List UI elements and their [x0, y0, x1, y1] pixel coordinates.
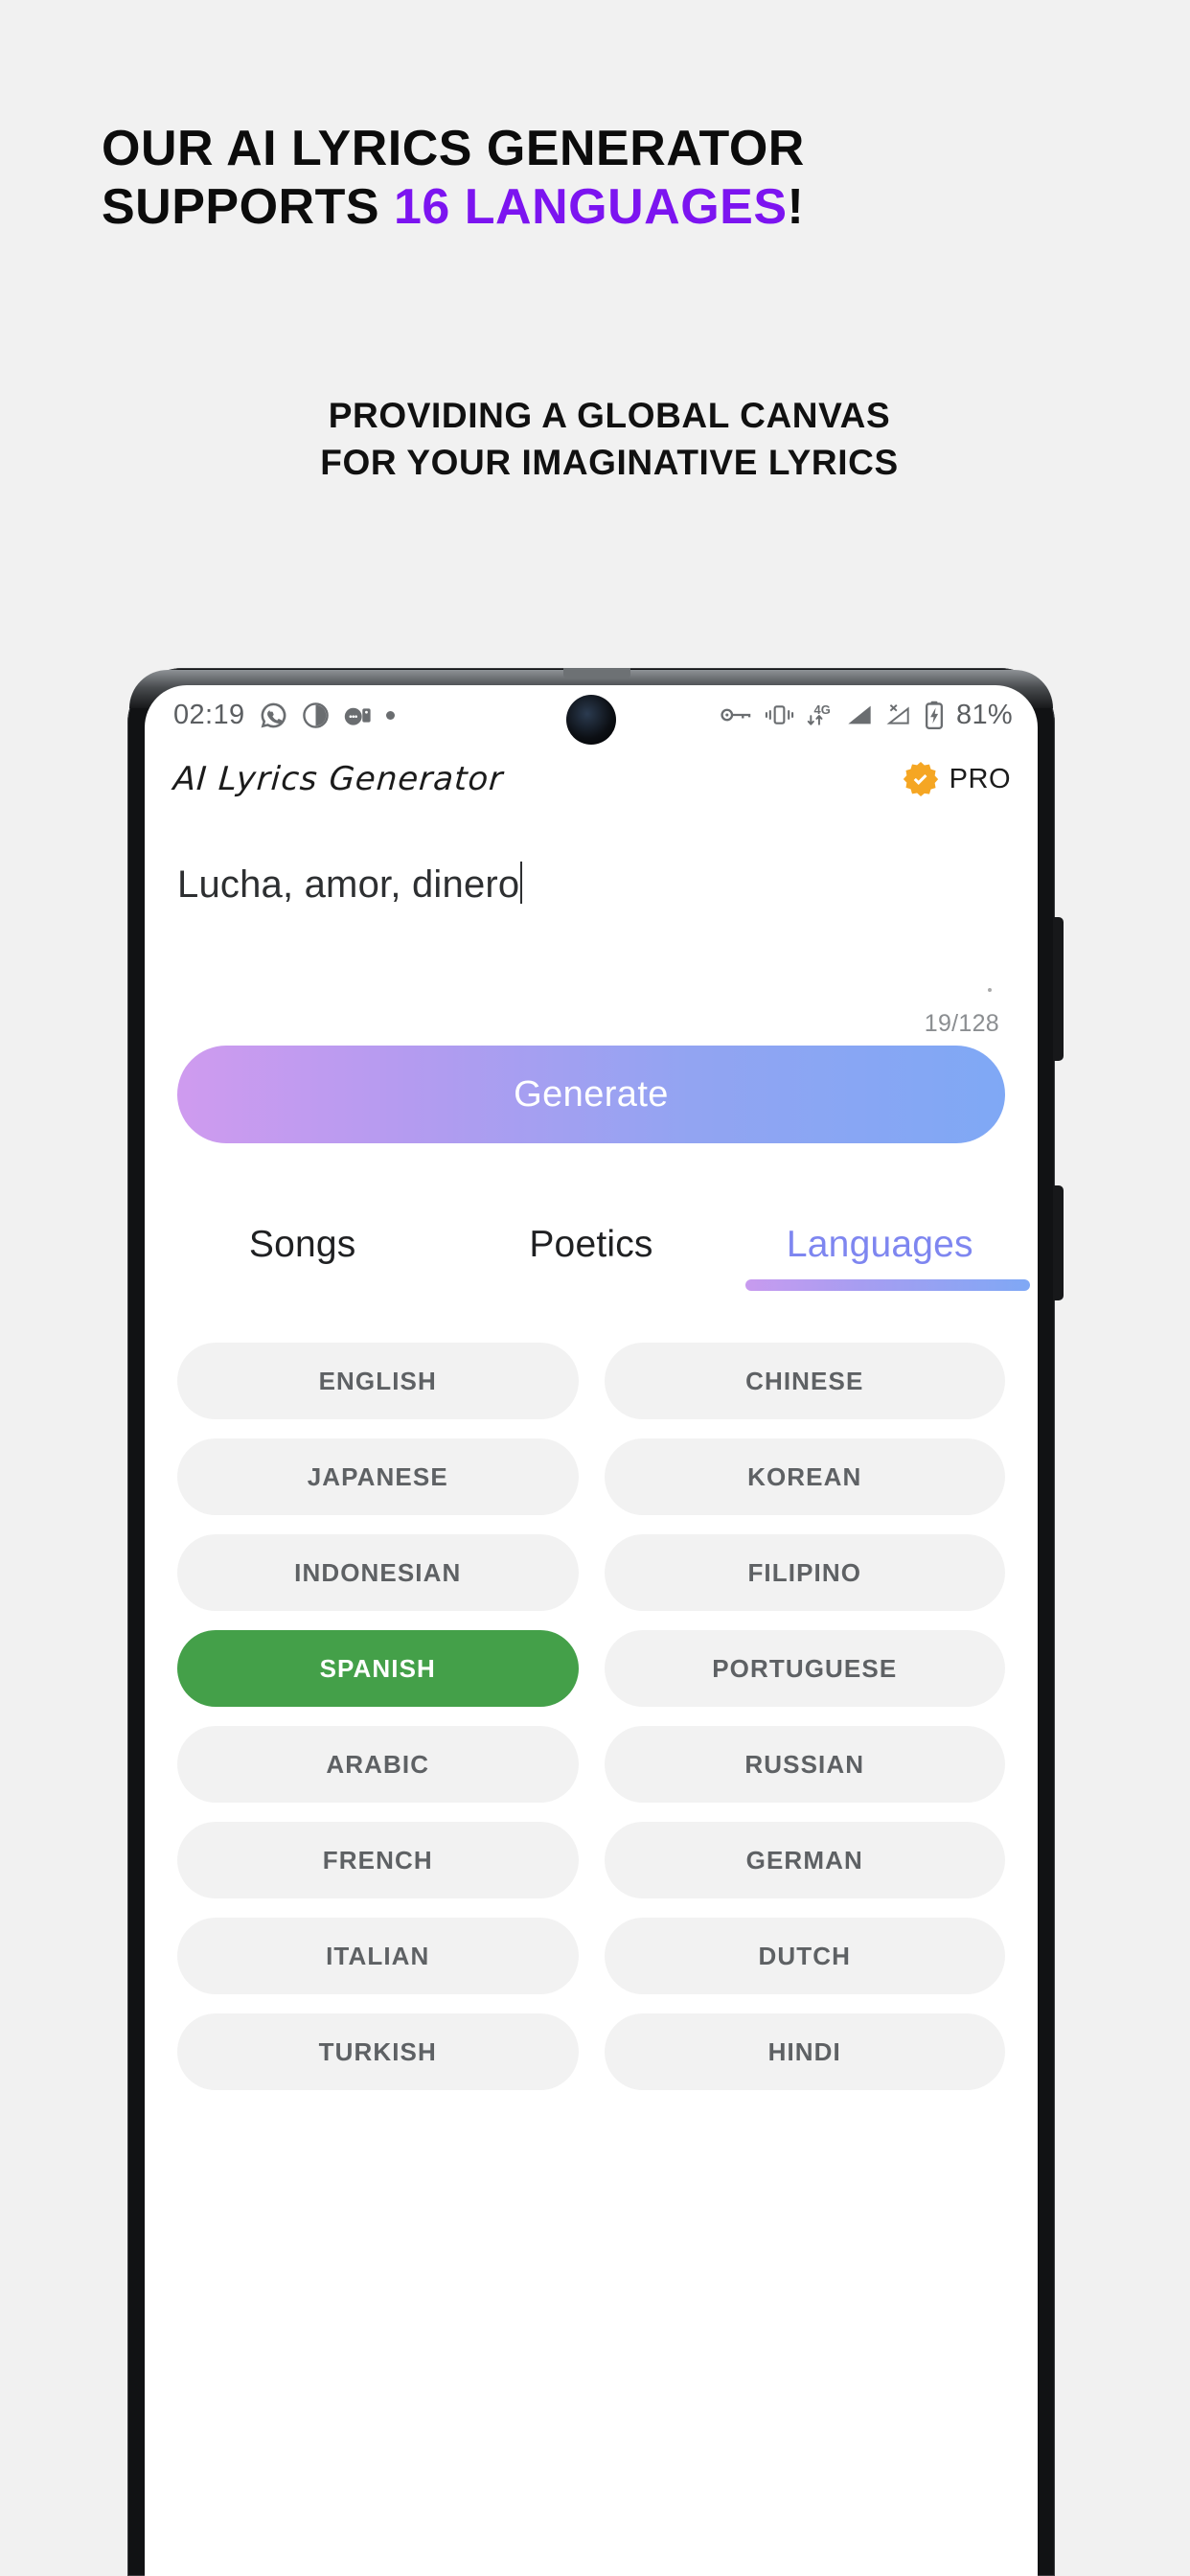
tab-languages[interactable]: Languages: [736, 1224, 1030, 1291]
language-chip-label: PORTUGUESE: [712, 1653, 898, 1683]
tab-poetics[interactable]: Poetics: [446, 1224, 735, 1291]
language-chip-label: TURKISH: [318, 2036, 437, 2066]
phone-screen: 02:19 4G 81% AI Lyrics Generator PRO Luc…: [145, 685, 1038, 2576]
language-chip-indonesian[interactable]: INDONESIAN: [177, 1534, 579, 1611]
prompt-input-value: Lucha, amor, dinero: [177, 863, 520, 906]
svg-text:4G: 4G: [814, 702, 831, 717]
front-camera-punchhole: [566, 695, 616, 745]
signal-bars-icon: [848, 705, 871, 724]
language-chip-filipino[interactable]: FILIPINO: [604, 1534, 1005, 1611]
language-chip-label: DUTCH: [758, 1941, 851, 1970]
pro-label: PRO: [949, 763, 1011, 794]
tab-poetics-label: Poetics: [529, 1224, 653, 1265]
language-chip-turkish[interactable]: TURKISH: [177, 2013, 579, 2090]
phone-volume-button[interactable]: [1053, 917, 1064, 1061]
language-chip-french[interactable]: FRENCH: [177, 1822, 579, 1898]
promo-subheadline: PROVIDING A GLOBAL CANVAS FOR YOUR IMAGI…: [0, 393, 1190, 487]
language-chip-label: CHINESE: [745, 1366, 864, 1395]
pro-badge-group[interactable]: PRO: [902, 760, 1011, 798]
promo-headline-line1: OUR AI LYRICS GENERATOR: [102, 121, 805, 176]
language-chip-dutch[interactable]: DUTCH: [604, 1918, 1005, 1994]
status-bar-clock: 02:19: [173, 699, 245, 730]
promo-headline-line2-suffix: !: [787, 179, 805, 236]
promo-headline: OUR AI LYRICS GENERATOR SUPPORTS 16 LANG…: [102, 120, 1117, 238]
app-title: AI Lyrics Generator: [172, 760, 505, 798]
language-chip-label: ENGLISH: [318, 1366, 437, 1395]
promo-headline-accent: 16 LANGUAGES: [394, 179, 788, 236]
tab-songs[interactable]: Songs: [158, 1224, 446, 1291]
phone-frame: 02:19 4G 81% AI Lyrics Generator PRO Luc…: [127, 668, 1064, 2576]
vibrate-icon: [765, 705, 794, 724]
language-chip-english[interactable]: ENGLISH: [177, 1343, 579, 1419]
language-chip-chinese[interactable]: CHINESE: [604, 1343, 1005, 1419]
prompt-input-area[interactable]: Lucha, amor, dinero 19/128: [145, 806, 1038, 1046]
language-chip-spanish[interactable]: SPANISH: [177, 1630, 579, 1707]
language-chip-label: HINDI: [767, 2036, 841, 2066]
phone-earpiece: [563, 668, 630, 678]
text-caret: [520, 862, 523, 904]
language-chip-hindi[interactable]: HINDI: [604, 2013, 1005, 2090]
language-chip-label: GERMAN: [745, 1845, 863, 1874]
language-chip-label: ITALIAN: [326, 1941, 430, 1970]
promo-headline-line2: SUPPORTS 16 LANGUAGES!: [102, 178, 1117, 237]
language-chip-russian[interactable]: RUSSIAN: [604, 1726, 1005, 1803]
language-chip-label: INDONESIAN: [294, 1557, 462, 1587]
battery-percent-label: 81%: [956, 699, 1013, 730]
language-chip-italian[interactable]: ITALIAN: [177, 1918, 579, 1994]
no-signal-icon: [886, 704, 909, 724]
messenger-icon: [344, 707, 371, 725]
language-chip-label: FRENCH: [322, 1845, 433, 1874]
promo-headline-line2-prefix: SUPPORTS: [102, 179, 394, 236]
language-chip-label: ARABIC: [326, 1749, 430, 1779]
tab-active-indicator: [744, 1279, 1030, 1291]
language-chip-label: KOREAN: [747, 1461, 862, 1491]
language-chip-label: RUSSIAN: [744, 1749, 865, 1779]
language-chip-label: JAPANESE: [307, 1461, 448, 1491]
phone-mockup: 02:19 4G 81% AI Lyrics Generator PRO Luc…: [127, 668, 1064, 2576]
prompt-input-value-wrap[interactable]: Lucha, amor, dinero: [177, 862, 523, 907]
language-chip-label: SPANISH: [319, 1653, 436, 1683]
contrast-icon: [302, 702, 329, 728]
promo-subheadline-line2: FOR YOUR IMAGINATIVE LYRICS: [320, 442, 899, 482]
status-bar: 02:19 4G 81%: [145, 685, 1038, 745]
vpn-key-icon: [721, 708, 751, 722]
dot-icon: [385, 710, 395, 720]
language-chip-label: FILIPINO: [747, 1557, 862, 1587]
verified-badge-icon: [903, 762, 938, 796]
generate-button-wrap: Generate: [145, 1046, 1038, 1143]
language-chip-german[interactable]: GERMAN: [604, 1822, 1005, 1898]
dot-marker-icon: [988, 988, 992, 992]
language-chip-portuguese[interactable]: PORTUGUESE: [604, 1630, 1005, 1707]
language-chip-arabic[interactable]: ARABIC: [177, 1726, 579, 1803]
generate-button-label: Generate: [514, 1073, 669, 1115]
generate-button[interactable]: Generate: [177, 1046, 1005, 1143]
phone-power-button[interactable]: [1053, 1185, 1064, 1300]
tab-songs-label: Songs: [248, 1224, 356, 1265]
promo-subheadline-line1: PROVIDING A GLOBAL CANVAS: [328, 396, 891, 435]
status-bar-left: 02:19: [173, 700, 395, 731]
4g-data-icon: 4G: [807, 702, 831, 725]
char-counter: 19/128: [924, 1010, 999, 1037]
whatsapp-icon: [261, 702, 286, 727]
language-chip-korean[interactable]: KOREAN: [604, 1438, 1005, 1515]
status-bar-right: 4G 81%: [721, 700, 1013, 731]
language-chip-japanese[interactable]: JAPANESE: [177, 1438, 579, 1515]
language-grid: ENGLISH CHINESE JAPANESE KOREAN INDONESI…: [145, 1343, 1038, 2090]
tab-bar: Songs Poetics Languages: [145, 1224, 1038, 1291]
tab-languages-label: Languages: [786, 1224, 973, 1265]
battery-charging-icon: [926, 701, 944, 729]
app-header: AI Lyrics Generator PRO: [145, 745, 1038, 806]
